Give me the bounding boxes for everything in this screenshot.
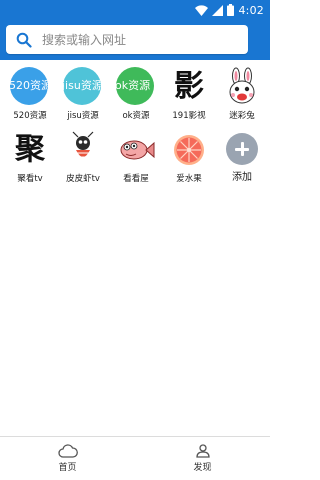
nav-discover[interactable]: 发现 — [135, 437, 270, 480]
shrimp-icon — [63, 130, 103, 170]
tile-kankanwu[interactable]: 看看屋 — [110, 130, 162, 190]
calligraphy-ying-icon: 影 — [169, 67, 209, 107]
battery-icon — [227, 4, 235, 16]
search-bar[interactable]: 搜索或输入网址 — [6, 25, 248, 54]
tile-label: 添加 — [232, 172, 252, 183]
status-time: 4:02 — [238, 3, 264, 17]
icon-circle: jisu资源 — [63, 67, 101, 105]
tile-520[interactable]: 520资源 520资源 — [4, 67, 56, 127]
calligraphy-ju-icon: 聚 — [10, 130, 50, 170]
calligraphy-glyph: 影 — [174, 69, 204, 104]
tile-aishuiguo[interactable]: 爱水果 — [163, 130, 215, 190]
nav-home-label: 首页 — [58, 463, 77, 473]
tile-label: 迷彩兔 — [229, 111, 255, 121]
tile-jisu[interactable]: jisu资源 jisu资源 — [57, 67, 109, 127]
resource-jisu-icon: jisu资源 — [63, 67, 103, 107]
wifi-icon — [195, 4, 209, 16]
person-icon — [195, 444, 210, 458]
status-icons: 4:02 — [195, 2, 264, 18]
grapefruit-icon — [169, 130, 209, 170]
cloud-icon — [57, 444, 78, 458]
search-placeholder: 搜索或输入网址 — [42, 33, 127, 47]
app-header: 搜索或输入网址 — [0, 20, 270, 60]
plus-icon — [226, 133, 258, 165]
nav-discover-label: 发现 — [193, 463, 212, 473]
resource-ok-icon: ok资源 — [116, 67, 156, 107]
bottom-nav: 首页 发现 — [0, 436, 270, 480]
resource-520-icon: 520资源 — [10, 67, 50, 107]
add-button[interactable]: 添加 — [216, 130, 268, 190]
icon-circle: 520资源 — [10, 67, 48, 105]
nav-home[interactable]: 首页 — [0, 437, 135, 480]
rabbit-icon — [222, 67, 262, 107]
tile-micaitu[interactable]: 迷彩兔 — [216, 67, 268, 127]
tile-jukan[interactable]: 聚 聚看tv — [4, 130, 56, 190]
tile-191[interactable]: 影 191影视 — [163, 67, 215, 127]
add-icon — [222, 130, 262, 170]
status-bar: 4:02 — [0, 0, 270, 20]
calligraphy-glyph: 聚 — [15, 132, 45, 167]
search-icon — [16, 32, 32, 48]
tile-ok[interactable]: ok资源 ok资源 — [110, 67, 162, 127]
icon-circle: ok资源 — [116, 67, 154, 105]
tile-pipixia[interactable]: 皮皮虾tv — [57, 130, 109, 190]
signal-icon — [212, 4, 224, 16]
fish-icon — [116, 130, 156, 170]
